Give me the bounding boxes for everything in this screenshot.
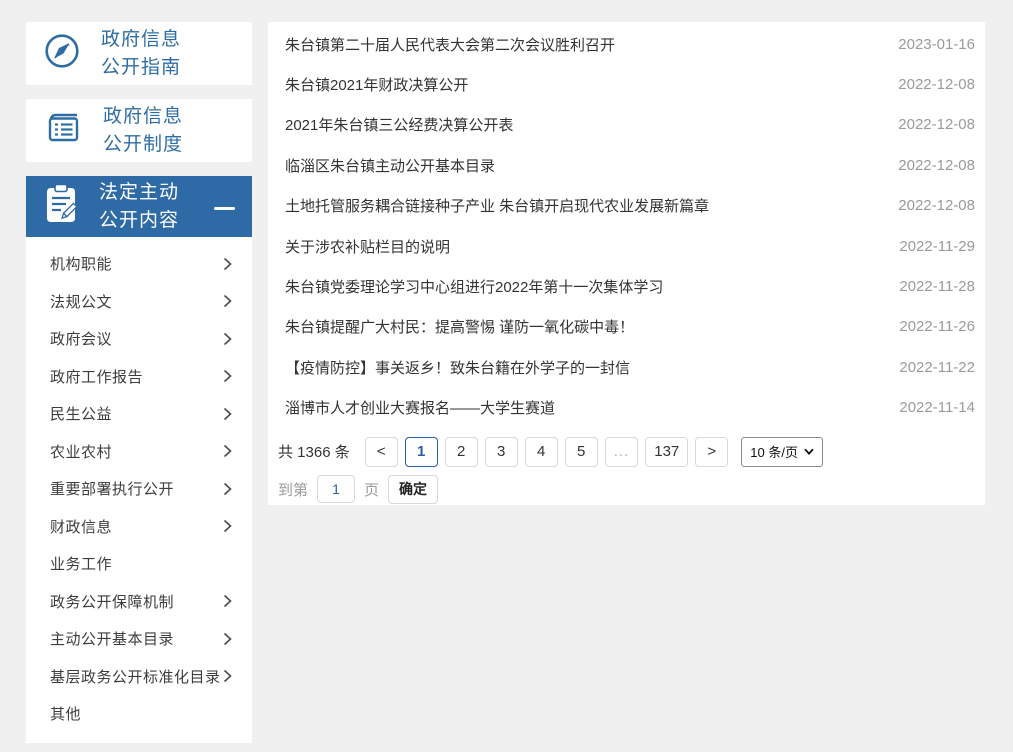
news-row[interactable]: 淄博市人才创业大赛报名——大学生赛道 2022-11-14 [268, 388, 985, 428]
chevron-right-icon [223, 669, 232, 683]
sidebar-item-disclosure-guarantee[interactable]: 政务公开保障机制 [26, 583, 252, 621]
news-title: 土地托管服务耦合链接种子产业 朱台镇开启现代农业发展新篇章 [285, 195, 709, 216]
sidebar-item-work-report[interactable]: 政府工作报告 [26, 358, 252, 396]
goto-suffix-label: 页 [364, 479, 379, 500]
news-title: 淄博市人才创业大赛报名——大学生赛道 [285, 397, 555, 418]
sidebar-card-label: 政府信息 公开指南 [101, 26, 181, 82]
news-date: 2022-11-22 [887, 359, 975, 376]
next-page-button[interactable]: > [695, 437, 728, 467]
news-row[interactable]: 临淄区朱台镇主动公开基本目录 2022-12-08 [268, 145, 985, 185]
news-title: 临淄区朱台镇主动公开基本目录 [285, 155, 495, 176]
chevron-right-icon [223, 294, 232, 308]
ledger-icon [43, 110, 83, 151]
news-list: 朱台镇第二十届人民代表大会第二次会议胜利召开 2023-01-16 朱台镇202… [268, 24, 985, 428]
chevron-right-icon [223, 632, 232, 646]
chevron-down-icon [804, 448, 814, 455]
page-button-3[interactable]: 3 [485, 437, 518, 467]
chevron-right-icon [223, 407, 232, 421]
news-date: 2023-01-16 [886, 36, 975, 53]
news-date: 2022-12-08 [886, 116, 975, 133]
compass-icon [43, 32, 81, 75]
page-button-1[interactable]: 1 [405, 437, 438, 467]
news-row[interactable]: 朱台镇2021年财政决算公开 2022-12-08 [268, 64, 985, 104]
news-title: 关于涉农补贴栏目的说明 [285, 236, 450, 257]
news-date: 2022-11-29 [887, 238, 975, 255]
page-button-2[interactable]: 2 [445, 437, 478, 467]
news-title: 朱台镇第二十届人民代表大会第二次会议胜利召开 [285, 34, 615, 55]
news-row[interactable]: 朱台镇党委理论学习中心组进行2022年第十一次集体学习 2022-11-28 [268, 266, 985, 306]
sidebar-item-fiscal-info[interactable]: 财政信息 [26, 508, 252, 546]
goto-page-row: 到第 页 确定 [268, 475, 985, 504]
clipboard-pen-icon [43, 183, 79, 230]
total-count-label: 共 1366 条 [278, 441, 350, 462]
news-title: 朱台镇2021年财政决算公开 [285, 74, 468, 95]
page-button-5[interactable]: 5 [565, 437, 598, 467]
chevron-right-icon [223, 257, 232, 271]
sidebar-card-label: 法定主动 公开内容 [99, 179, 179, 235]
news-row[interactable]: 朱台镇第二十届人民代表大会第二次会议胜利召开 2023-01-16 [268, 24, 985, 64]
sidebar-item-regulations[interactable]: 法规公文 [26, 283, 252, 321]
sidebar-card-label: 政府信息 公开制度 [103, 103, 183, 159]
news-title: 2021年朱台镇三公经费决算公开表 [285, 114, 513, 135]
news-date: 2022-12-08 [886, 157, 975, 174]
minus-icon [214, 207, 235, 210]
sidebar-item-grassroots-standard-catalog[interactable]: 基层政务公开标准化目录 [26, 658, 252, 696]
sidebar-item-basic-catalog[interactable]: 主动公开基本目录 [26, 620, 252, 658]
chevron-right-icon [223, 332, 232, 346]
news-title: 【疫情防控】事关返乡！致朱台籍在外学子的一封信 [285, 357, 630, 378]
prev-page-button[interactable]: < [365, 437, 398, 467]
sidebar-menu: 机构职能 法规公文 政府会议 政府工作报告 民生公益 农业农村 重要部署执行公开 [26, 237, 252, 743]
page-button-4[interactable]: 4 [525, 437, 558, 467]
pagination: 共 1366 条 < 1 2 3 4 5 ... 137 > 10 条/页 [268, 437, 985, 467]
sidebar-item-agriculture[interactable]: 农业农村 [26, 433, 252, 471]
page-button-137[interactable]: 137 [645, 437, 688, 467]
chevron-right-icon [223, 369, 232, 383]
news-row[interactable]: 2021年朱台镇三公经费决算公开表 2022-12-08 [268, 105, 985, 145]
news-row[interactable]: 关于涉农补贴栏目的说明 2022-11-29 [268, 226, 985, 266]
chevron-right-icon [223, 444, 232, 458]
sidebar-item-business-work[interactable]: 业务工作 [26, 545, 252, 583]
news-title: 朱台镇党委理论学习中心组进行2022年第十一次集体学习 [285, 276, 663, 297]
sidebar-card-disclosure-system[interactable]: 政府信息 公开制度 [26, 99, 252, 162]
news-date: 2022-11-26 [887, 318, 975, 335]
sidebar-item-government-meetings[interactable]: 政府会议 [26, 320, 252, 358]
sidebar: 政府信息 公开指南 政府信息 公开制度 [26, 22, 252, 743]
chevron-right-icon [223, 482, 232, 496]
news-panel: 朱台镇第二十届人民代表大会第二次会议胜利召开 2023-01-16 朱台镇202… [268, 22, 985, 505]
goto-page-input[interactable] [317, 475, 355, 503]
news-title: 朱台镇提醒广大村民：提高警惕 谨防一氧化碳中毒！ [285, 316, 634, 337]
goto-prefix-label: 到第 [278, 479, 308, 500]
news-row[interactable]: 【疫情防控】事关返乡！致朱台籍在外学子的一封信 2022-11-22 [268, 347, 985, 387]
sidebar-item-agency-functions[interactable]: 机构职能 [26, 245, 252, 283]
news-date: 2022-12-08 [886, 197, 975, 214]
page-size-select[interactable]: 10 条/页 [741, 437, 823, 467]
sidebar-card-statutory-disclosure[interactable]: 法定主动 公开内容 [26, 176, 252, 237]
news-row[interactable]: 朱台镇提醒广大村民：提高警惕 谨防一氧化碳中毒！ 2022-11-26 [268, 307, 985, 347]
news-date: 2022-11-28 [887, 278, 975, 295]
chevron-right-icon [223, 519, 232, 533]
sidebar-item-other[interactable]: 其他 [26, 695, 252, 733]
news-date: 2022-11-14 [887, 399, 975, 416]
sidebar-card-disclosure-guide[interactable]: 政府信息 公开指南 [26, 22, 252, 85]
sidebar-item-livelihood[interactable]: 民生公益 [26, 395, 252, 433]
news-date: 2022-12-08 [886, 76, 975, 93]
confirm-button[interactable]: 确定 [388, 475, 438, 504]
news-row[interactable]: 土地托管服务耦合链接种子产业 朱台镇开启现代农业发展新篇章 2022-12-08 [268, 186, 985, 226]
chevron-right-icon [223, 594, 232, 608]
sidebar-item-key-deployments[interactable]: 重要部署执行公开 [26, 470, 252, 508]
ellipsis-pages-button[interactable]: ... [605, 437, 639, 467]
